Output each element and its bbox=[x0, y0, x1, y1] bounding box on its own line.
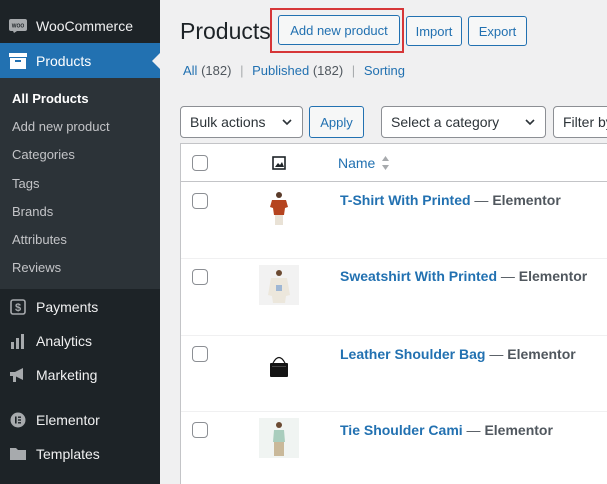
title-dash: — bbox=[462, 422, 485, 438]
product-title: T-Shirt With Printed — Elementor bbox=[340, 192, 561, 208]
menu-analytics[interactable]: Analytics bbox=[0, 324, 160, 358]
row-checkbox[interactable] bbox=[192, 422, 208, 438]
table-row: T-Shirt With Printed — Elementor bbox=[181, 183, 607, 259]
submenu-tags[interactable]: Tags bbox=[12, 176, 39, 191]
product-link[interactable]: Sweatshirt With Printed bbox=[340, 268, 497, 284]
product-thumbnail[interactable] bbox=[259, 344, 299, 384]
table-header: Name bbox=[181, 144, 607, 182]
filter-all-count: (182) bbox=[201, 63, 232, 78]
submenu-categories[interactable]: Categories bbox=[12, 147, 75, 162]
title-dash: — bbox=[470, 192, 493, 208]
post-state: Elementor bbox=[492, 192, 561, 208]
post-state: Elementor bbox=[484, 422, 553, 438]
filter-separator: | bbox=[240, 63, 244, 78]
chevron-down-icon bbox=[282, 119, 292, 126]
sorting-link[interactable]: Sorting bbox=[364, 63, 405, 78]
menu-payments[interactable]: $ Payments bbox=[0, 290, 160, 324]
product-link[interactable]: Leather Shoulder Bag bbox=[340, 346, 485, 362]
name-column-header[interactable]: Name bbox=[338, 155, 375, 171]
submenu-add-new-product[interactable]: Add new product bbox=[12, 119, 110, 134]
submenu-brands[interactable]: Brands bbox=[12, 204, 53, 219]
menu-woocommerce[interactable]: WOO WooCommerce bbox=[0, 9, 160, 43]
admin-sidebar: WOO WooCommerce Products All Products Ad… bbox=[0, 0, 160, 484]
menu-marketing-label: Marketing bbox=[36, 367, 98, 383]
menu-products[interactable]: Products bbox=[0, 43, 160, 78]
elementor-icon bbox=[9, 411, 27, 429]
filter-published-link[interactable]: Published bbox=[252, 63, 309, 78]
product-link[interactable]: T-Shirt With Printed bbox=[340, 192, 471, 208]
page-title: Products bbox=[180, 18, 271, 44]
apply-button[interactable]: Apply bbox=[309, 106, 364, 138]
post-state: Elementor bbox=[518, 268, 588, 284]
row-checkbox[interactable] bbox=[192, 346, 208, 362]
submenu-reviews[interactable]: Reviews bbox=[12, 260, 61, 275]
dollar-icon: $ bbox=[9, 298, 27, 316]
menu-woocommerce-label: WooCommerce bbox=[36, 18, 133, 34]
bulk-actions-value: Bulk actions bbox=[190, 114, 266, 130]
product-link[interactable]: Tie Shoulder Cami bbox=[340, 422, 463, 438]
chevron-down-icon bbox=[525, 119, 535, 126]
filter-published-count: (182) bbox=[312, 63, 344, 78]
product-type-filter-value: Filter by bbox=[563, 114, 607, 130]
product-title: Tie Shoulder Cami — Elementor bbox=[340, 422, 553, 438]
menu-templates[interactable]: Templates bbox=[0, 437, 160, 471]
bar-chart-icon bbox=[9, 332, 27, 350]
table-row: Sweatshirt With Printed — Elementor bbox=[181, 259, 607, 336]
row-checkbox[interactable] bbox=[192, 193, 208, 209]
filter-all-link[interactable]: All bbox=[183, 63, 197, 78]
sort-arrows-icon[interactable] bbox=[381, 155, 390, 171]
product-thumbnail[interactable] bbox=[259, 265, 299, 305]
filter-separator: | bbox=[351, 63, 356, 78]
svg-text:$: $ bbox=[15, 302, 21, 314]
submenu-attributes[interactable]: Attributes bbox=[12, 232, 67, 247]
main-content: Products Add new product Import Export A… bbox=[160, 0, 607, 484]
title-dash: — bbox=[485, 346, 508, 362]
products-submenu: All Products Add new product Categories … bbox=[0, 78, 160, 289]
table-row: Tie Shoulder Cami — Elementor bbox=[181, 412, 607, 484]
active-indicator bbox=[152, 52, 160, 69]
menu-elementor-label: Elementor bbox=[36, 412, 100, 428]
submenu-all-products[interactable]: All Products bbox=[12, 91, 89, 106]
bulk-actions-select[interactable]: Bulk actions bbox=[180, 106, 303, 138]
image-icon bbox=[272, 156, 286, 170]
product-thumbnail[interactable] bbox=[259, 187, 299, 227]
select-all-checkbox[interactable] bbox=[192, 155, 208, 171]
archive-box-icon bbox=[9, 52, 27, 70]
export-button[interactable]: Export bbox=[468, 16, 527, 46]
product-title: Sweatshirt With Printed — Elementor bbox=[340, 268, 587, 284]
woo-logo-icon: WOO bbox=[9, 17, 27, 35]
products-table: Name T-Shirt With Printed — Elementor Sw… bbox=[180, 143, 607, 484]
row-checkbox[interactable] bbox=[192, 269, 208, 285]
folder-icon bbox=[9, 445, 27, 463]
import-button[interactable]: Import bbox=[406, 16, 462, 46]
svg-text:WOO: WOO bbox=[12, 24, 25, 30]
status-filter-links: All (182) | Published (182) | Sorting bbox=[183, 63, 405, 78]
menu-products-label: Products bbox=[36, 52, 92, 69]
megaphone-icon bbox=[9, 366, 27, 384]
category-select-value: Select a category bbox=[391, 114, 500, 130]
title-dash: — bbox=[497, 268, 519, 284]
menu-analytics-label: Analytics bbox=[36, 333, 93, 349]
menu-templates-label: Templates bbox=[36, 446, 100, 462]
menu-payments-label: Payments bbox=[36, 299, 99, 315]
product-thumbnail[interactable] bbox=[259, 418, 299, 458]
product-title: Leather Shoulder Bag — Elementor bbox=[340, 346, 576, 362]
menu-elementor[interactable]: Elementor bbox=[0, 403, 160, 437]
add-new-product-button[interactable]: Add new product bbox=[278, 15, 400, 45]
table-row: Leather Shoulder Bag — Elementor bbox=[181, 336, 607, 412]
menu-marketing[interactable]: Marketing bbox=[0, 358, 160, 392]
product-type-filter-select[interactable]: Filter by bbox=[553, 106, 607, 138]
post-state: Elementor bbox=[507, 346, 576, 362]
category-select[interactable]: Select a category bbox=[381, 106, 546, 138]
